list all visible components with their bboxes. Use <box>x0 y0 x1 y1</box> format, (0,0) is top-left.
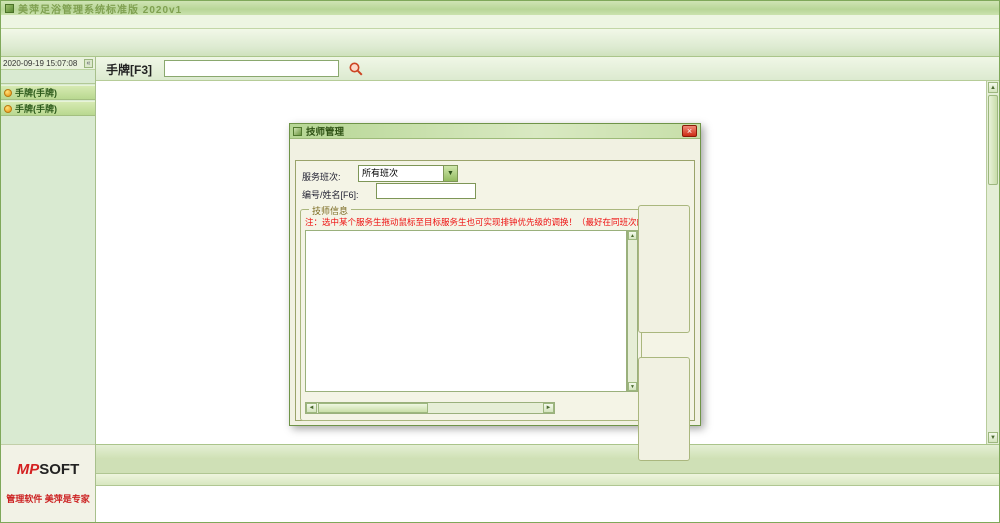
close-icon[interactable]: × <box>682 125 697 137</box>
panel2-title: 手牌(手牌) <box>15 102 57 115</box>
status-buttons-group <box>638 205 690 333</box>
hand-tag-search-label: 手牌[F3] <box>106 61 152 78</box>
sidebar-panel2-header[interactable]: 手牌(手牌) <box>1 101 95 116</box>
consume-table-body <box>96 486 999 522</box>
name-input[interactable] <box>376 183 476 199</box>
panel-bullet-icon <box>4 89 12 97</box>
drag-hint-note: 注：选中某个服务生拖动鼠标至目标服务生也可实现排钟优先级的调换！（最好在同班次的… <box>305 216 638 228</box>
window-title: 美萍足浴管理系统标准版 2020v1 <box>18 1 182 16</box>
logo-tagline: 管理软件 美萍是专家 <box>1 492 95 505</box>
dialog-tab-panel: 服务班次: 所有班次 ▼ 编号/姓名[F6]: 技师信息 注：选中某个服务生拖动… <box>295 160 695 421</box>
shift-selected-value: 所有班次 <box>362 168 398 178</box>
technician-info-group: 技师信息 注：选中某个服务生拖动鼠标至目标服务生也可实现排钟优先级的调换！（最好… <box>300 209 642 421</box>
sidebar: 2020-09-19 15:07:08 « 手牌(手牌) 手牌(手牌) MPSO… <box>1 57 96 522</box>
logo-area: MPSOFT 管理软件 美萍是专家 <box>1 444 95 522</box>
hand-tag-search-input[interactable] <box>164 60 339 77</box>
scroll-down-icon[interactable]: ▼ <box>988 432 998 443</box>
scroll-thumb[interactable] <box>318 403 428 413</box>
bottom-tabs <box>96 459 999 473</box>
scroll-left-icon[interactable]: ◄ <box>306 403 317 413</box>
sidebar-tabs <box>1 70 95 84</box>
order-buttons-group <box>638 357 690 461</box>
mpsoft-logo: MPSOFT <box>1 461 95 478</box>
scroll-down-icon[interactable]: ▼ <box>628 382 637 391</box>
sidebar-panel1-header[interactable]: 手牌(手牌) <box>1 85 95 100</box>
chevron-down-icon[interactable]: ▼ <box>443 166 457 181</box>
search-magnifier-icon[interactable] <box>348 61 364 77</box>
shift-label: 服务班次: <box>302 172 341 182</box>
technician-dialog: 技师管理 × 服务班次: 所有班次 ▼ 编号/姓名[F6]: 技师信息 注：选中… <box>289 123 701 426</box>
shift-filter-row: 服务班次: 所有班次 ▼ <box>302 167 700 185</box>
scroll-right-icon[interactable]: ► <box>543 403 554 413</box>
shift-select[interactable]: 所有班次 ▼ <box>358 165 458 182</box>
consume-table-header <box>96 473 999 486</box>
table-hscrollbar[interactable]: ◄ ► <box>305 402 555 414</box>
menu-bar <box>1 15 999 29</box>
datetime-text: 2020-09-19 15:07:08 <box>3 59 77 68</box>
scroll-up-icon[interactable]: ▲ <box>628 231 637 240</box>
collapse-sidebar-button[interactable]: « <box>84 59 93 68</box>
panel1-title: 手牌(手牌) <box>15 86 57 99</box>
dialog-title: 技师管理 <box>306 124 682 138</box>
grid-scrollbar[interactable]: ▲ ▼ <box>986 81 999 444</box>
scroll-thumb[interactable] <box>988 95 998 185</box>
scroll-up-icon[interactable]: ▲ <box>988 82 998 93</box>
table-scrollbar[interactable]: ▲ ▼ <box>627 230 638 392</box>
datetime-bar: 2020-09-19 15:07:08 « <box>1 57 95 70</box>
name-label: 编号/姓名[F6]: <box>302 190 359 200</box>
name-filter-row: 编号/姓名[F6]: <box>302 185 359 203</box>
technician-table <box>305 230 627 392</box>
dialog-icon <box>293 127 302 136</box>
title-bar: 美萍足浴管理系统标准版 2020v1 <box>1 1 999 15</box>
app-window: 美萍足浴管理系统标准版 2020v1 2020-09-19 15:07:08 «… <box>0 0 1000 523</box>
dialog-title-bar[interactable]: 技师管理 × <box>290 124 700 139</box>
app-icon <box>5 4 14 13</box>
panel-bullet-icon <box>4 105 12 113</box>
toolbar <box>1 29 999 57</box>
quick-action-bar <box>96 444 999 459</box>
top-strip: 手牌[F3] <box>96 57 999 81</box>
